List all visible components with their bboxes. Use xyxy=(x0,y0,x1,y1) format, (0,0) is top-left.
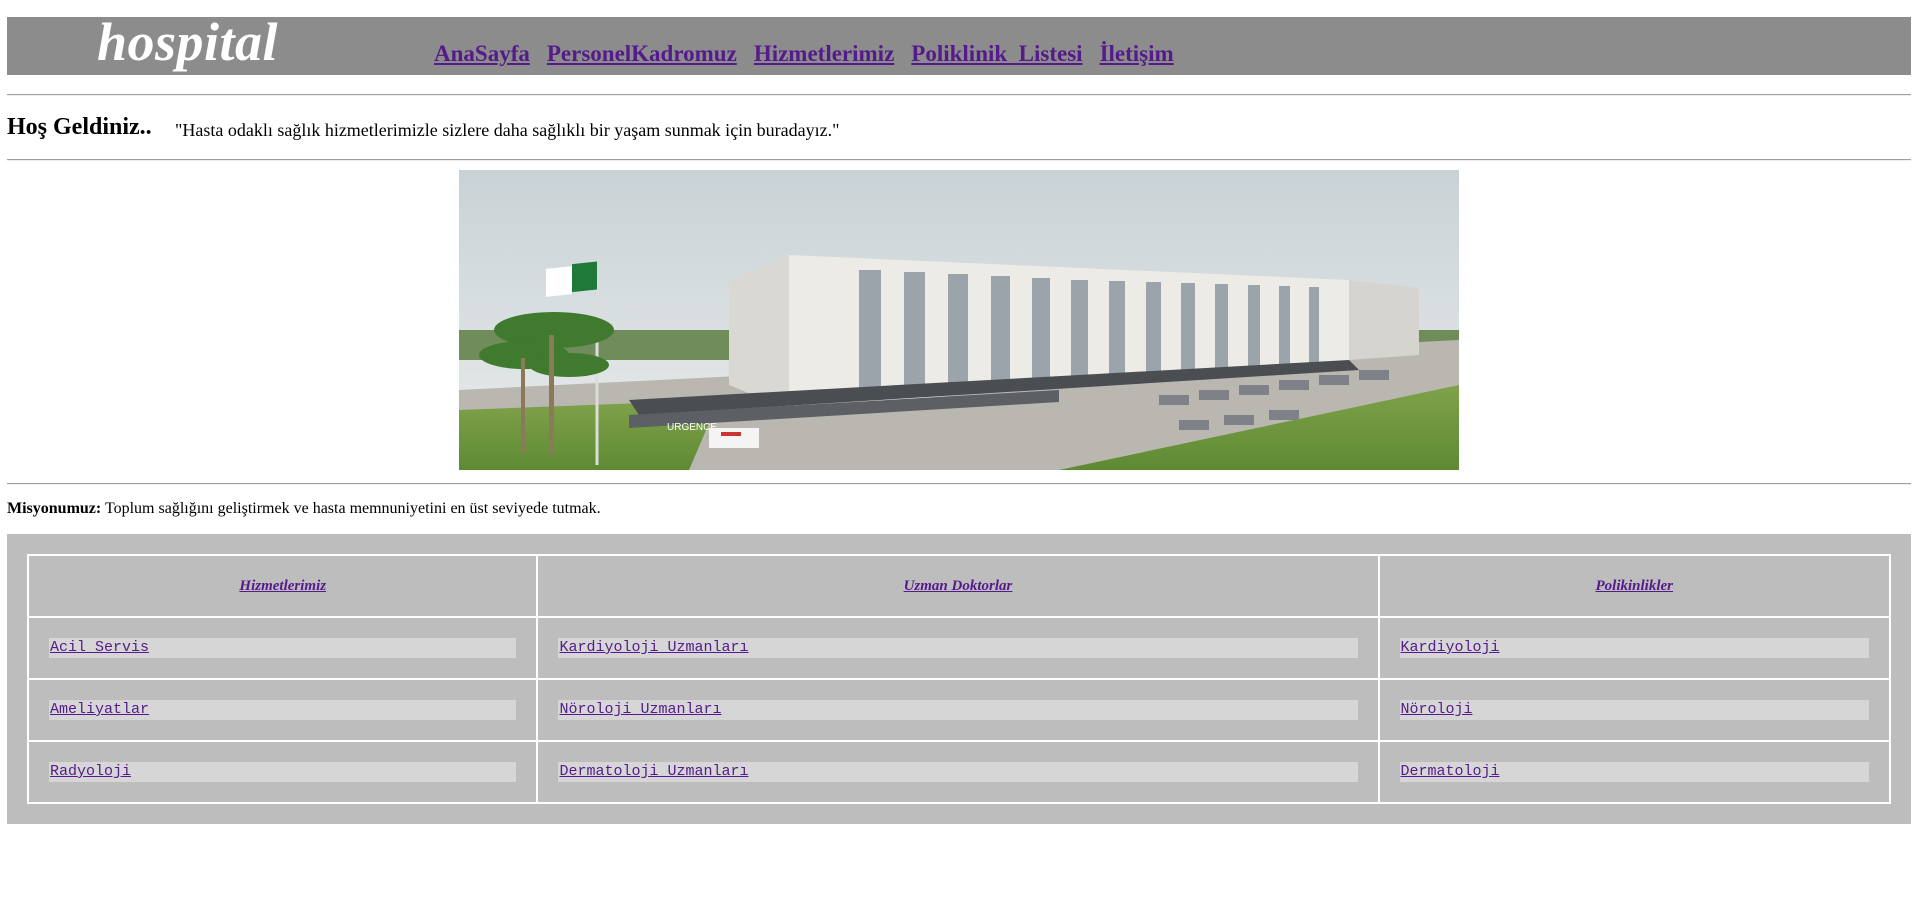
table-cell-box: Dermatoloji Uzmanları xyxy=(558,762,1358,782)
header-banner: hospital AnaSayfa PersonelKadromuz Hizme… xyxy=(7,12,1911,75)
table-cell-box: Kardiyoloji Uzmanları xyxy=(558,638,1358,658)
table-row: Radyoloji Dermatoloji Uzmanları Dermatol… xyxy=(26,740,1891,804)
link-cardiology-clinic[interactable]: Kardiyoloji xyxy=(1401,639,1500,656)
link-neurology-specialists[interactable]: Nöroloji Uzmanları xyxy=(559,701,721,718)
table-cell: Kardiyoloji Uzmanları xyxy=(536,616,1380,680)
table-header-row: Hizmetlerimiz Uzman Doktorlar Polikinlik… xyxy=(26,554,1891,618)
mission-statement: Misyonumuz: Toplum sağlığını geliştirmek… xyxy=(7,500,601,518)
table-header-cell: Uzman Doktorlar xyxy=(536,554,1380,618)
table-cell-box: Dermatoloji xyxy=(1399,762,1869,782)
table-cell: Kardiyoloji xyxy=(1377,616,1891,680)
table-cell: Nöroloji Uzmanları xyxy=(536,678,1380,742)
nav-link-clinics[interactable]: Poliklinik Listesi xyxy=(911,42,1082,65)
nav-link-contact[interactable]: İletişim xyxy=(1100,42,1174,65)
mission-text: Toplum sağlığını geliştirmek ve hasta me… xyxy=(101,500,601,517)
link-dermatology-clinic[interactable]: Dermatoloji xyxy=(1401,763,1500,780)
main-nav: AnaSayfa PersonelKadromuz Hizmetlerimiz … xyxy=(434,42,1174,65)
table-cell: Nöroloji xyxy=(1377,678,1891,742)
table-row: Ameliyatlar Nöroloji Uzmanları Nöroloji xyxy=(26,678,1891,742)
link-emergency-service[interactable]: Acil Servis xyxy=(50,639,149,656)
nav-link-staff[interactable]: PersonelKadromuz xyxy=(547,42,737,65)
table-row: Acil Servis Kardiyoloji Uzmanları Kardiy… xyxy=(26,616,1891,680)
services-column-link[interactable]: Hizmetlerimiz xyxy=(239,578,326,594)
specialists-column-link[interactable]: Uzman Doktorlar xyxy=(904,578,1013,594)
table-cell: Acil Servis xyxy=(26,616,539,680)
link-radiology[interactable]: Radyoloji xyxy=(50,763,131,780)
table-cell-box: Ameliyatlar xyxy=(49,700,517,720)
table-header-cell: Polikinlikler xyxy=(1377,554,1891,618)
table-cell: Ameliyatlar xyxy=(26,678,539,742)
site-logo: hospital xyxy=(97,12,279,72)
table-cell-box: Radyoloji xyxy=(49,762,517,782)
nav-link-services[interactable]: Hizmetlerimiz xyxy=(754,42,894,65)
divider xyxy=(7,94,1911,96)
nav-link-home[interactable]: AnaSayfa xyxy=(434,42,530,65)
divider xyxy=(7,159,1911,161)
table-cell-box: Nöroloji Uzmanları xyxy=(558,700,1358,720)
table-cell-box: Acil Servis xyxy=(49,638,517,658)
welcome-heading: Hoş Geldiniz.. xyxy=(7,114,152,140)
hospital-illustration: URGENCE xyxy=(459,170,1459,470)
mission-label: Misyonumuz: xyxy=(7,500,102,517)
directory-table: Hizmetlerimiz Uzman Doktorlar Polikinlik… xyxy=(26,554,1891,804)
hospital-building-image: URGENCE xyxy=(459,170,1459,470)
table-cell-box: Nöroloji xyxy=(1399,700,1869,720)
divider xyxy=(7,483,1911,485)
table-header-cell: Hizmetlerimiz xyxy=(26,554,539,618)
link-surgeries[interactable]: Ameliyatlar xyxy=(50,701,149,718)
table-cell: Dermatoloji xyxy=(1377,740,1891,804)
directory-panel: Hizmetlerimiz Uzman Doktorlar Polikinlik… xyxy=(7,534,1911,824)
table-cell: Radyoloji xyxy=(26,740,539,804)
table-cell: Dermatoloji Uzmanları xyxy=(536,740,1380,804)
clinics-column-link[interactable]: Polikinlikler xyxy=(1595,578,1673,594)
link-dermatology-specialists[interactable]: Dermatoloji Uzmanları xyxy=(559,763,748,780)
table-cell-box: Kardiyoloji xyxy=(1399,638,1869,658)
link-neurology-clinic[interactable]: Nöroloji xyxy=(1401,701,1473,718)
welcome-tagline: "Hasta odaklı sağlık hizmetlerimizle siz… xyxy=(175,120,840,140)
link-cardiology-specialists[interactable]: Kardiyoloji Uzmanları xyxy=(559,639,748,656)
